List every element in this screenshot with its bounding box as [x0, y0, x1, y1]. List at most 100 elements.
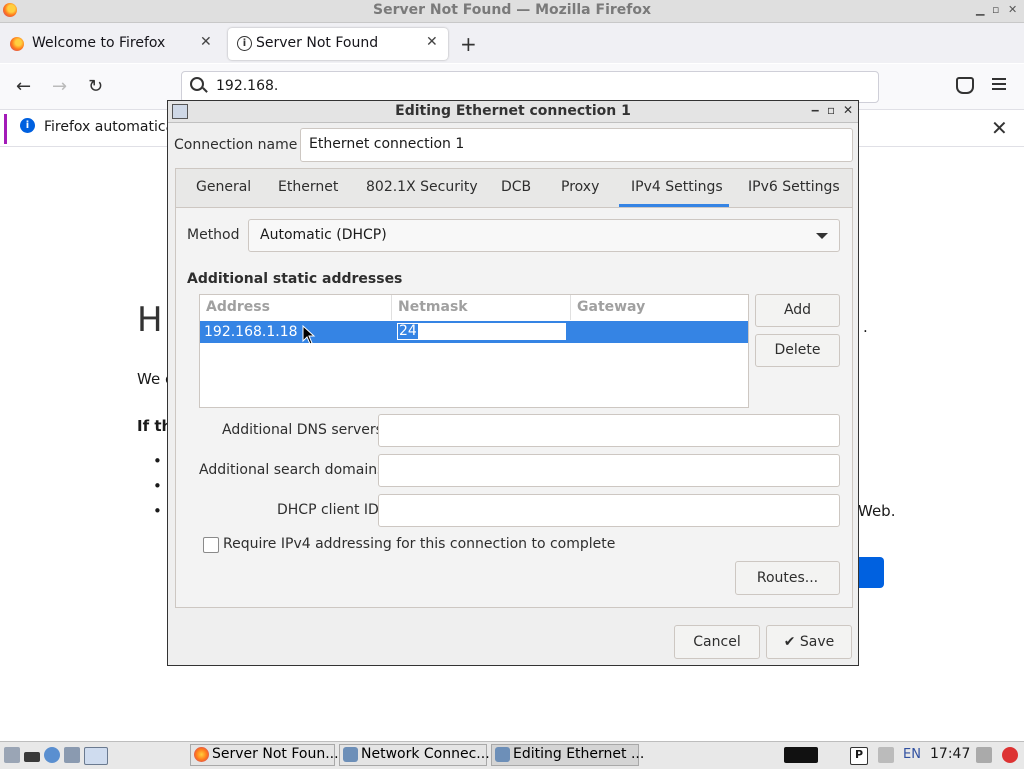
connection-name-label: Connection name: [174, 137, 298, 153]
require-ipv4-label: Require IPv4 addressing for this connect…: [223, 536, 616, 552]
notification-text: Firefox automatica: [44, 119, 175, 135]
column-header-address[interactable]: Address: [200, 295, 392, 320]
tab-welcome[interactable]: Welcome to Firefox ✕: [0, 28, 222, 60]
clock[interactable]: 17:47: [930, 746, 970, 762]
minimize-icon[interactable]: ▁: [976, 3, 984, 16]
save-label: Save: [799, 634, 835, 650]
file-manager-icon[interactable]: [64, 747, 80, 763]
edit-connection-dialog: Editing Ethernet connection 1 ‒ ▫ ✕ Conn…: [167, 100, 859, 666]
browser-icon[interactable]: [44, 747, 60, 763]
taskbar-task-firefox[interactable]: Server Not Foun...: [190, 744, 339, 766]
page-heading-tail: .: [863, 318, 868, 336]
search-domains-label: Additional search domains: [199, 462, 385, 478]
method-label: Method: [187, 227, 240, 243]
reload-icon[interactable]: ↻: [88, 76, 103, 97]
connection-name-value: Ethernet connection 1: [309, 136, 465, 152]
cpu-monitor-icon: [784, 747, 818, 763]
pocket-icon[interactable]: [956, 77, 974, 94]
dhcp-client-id-field[interactable]: [378, 494, 840, 527]
tray-tool-icon[interactable]: [878, 747, 894, 763]
tab-ethernet[interactable]: Ethernet: [278, 179, 338, 195]
dns-servers-label: Additional DNS servers: [222, 422, 383, 438]
tab-label: Welcome to Firefox: [32, 35, 166, 51]
info-icon: i: [20, 118, 35, 133]
page-heading: H: [137, 300, 163, 340]
tab-8021x-security[interactable]: 802.1X Security: [366, 179, 478, 195]
dialog-title: Editing Ethernet connection 1: [395, 103, 631, 119]
routes-button[interactable]: Routes...: [735, 561, 840, 595]
network-icon: [495, 747, 510, 762]
url-text: 192.168.: [216, 78, 279, 94]
task-label: Server Not Foun...: [212, 746, 339, 762]
cancel-button[interactable]: Cancel: [674, 625, 760, 659]
tab-label: Server Not Found: [256, 35, 379, 51]
task-label: Editing Ethernet ...: [513, 746, 645, 762]
active-tab-indicator: [619, 204, 729, 207]
hamburger-menu-icon[interactable]: [992, 78, 1006, 93]
close-tab-icon[interactable]: ✕: [426, 34, 438, 50]
task-label: Network Connec...: [361, 746, 490, 762]
search-icon: [190, 77, 204, 91]
close-icon[interactable]: ✕: [843, 103, 853, 117]
new-tab-button[interactable]: +: [460, 32, 477, 56]
list-bullet: •: [153, 502, 162, 520]
taskbar-task-editing-ethernet[interactable]: Editing Ethernet ...: [491, 744, 644, 766]
back-icon[interactable]: ←: [16, 76, 31, 97]
add-button[interactable]: Add: [755, 294, 840, 327]
require-ipv4-checkbox[interactable]: [203, 537, 219, 553]
tab-ipv6-settings[interactable]: IPv6 Settings: [748, 179, 840, 195]
method-dropdown[interactable]: Automatic (DHCP): [248, 219, 840, 252]
close-window-icon[interactable]: ✕: [1008, 3, 1017, 16]
maximize-icon[interactable]: ▫: [992, 3, 999, 16]
notification-accent: [4, 114, 7, 144]
firefox-icon: [194, 747, 209, 762]
tab-ipv4-settings[interactable]: IPv4 Settings: [631, 179, 723, 195]
mouse-cursor-icon: [302, 325, 316, 345]
power-icon[interactable]: [1002, 747, 1018, 763]
firefox-titlebar: Server Not Found — Mozilla Firefox ▁ ▫ ✕: [0, 0, 1024, 23]
forward-icon[interactable]: →: [52, 76, 67, 97]
delete-button[interactable]: Delete: [755, 334, 840, 367]
checkmark-icon: ✔: [783, 634, 796, 650]
method-value: Automatic (DHCP): [260, 227, 387, 243]
tab-proxy[interactable]: Proxy: [561, 179, 599, 195]
address-cell[interactable]: 192.168.1.18: [204, 324, 298, 340]
taskbar-task-network-connections[interactable]: Network Connec...: [339, 744, 490, 766]
chevron-down-icon: [816, 233, 828, 239]
window-title: Server Not Found — Mozilla Firefox: [372, 2, 652, 18]
column-header-netmask[interactable]: Netmask: [392, 295, 571, 320]
connection-name-field[interactable]: Ethernet connection 1: [300, 128, 853, 162]
netmask-edit-field[interactable]: 24: [396, 322, 567, 341]
search-domains-field[interactable]: [378, 454, 840, 487]
close-tab-icon[interactable]: ✕: [200, 34, 212, 50]
url-bar[interactable]: 192.168.: [181, 71, 879, 103]
static-addresses-heading: Additional static addresses: [187, 271, 403, 287]
dhcp-client-id-label: DHCP client ID: [277, 502, 379, 518]
table-row[interactable]: 192.168.1.18 24: [200, 321, 748, 343]
addresses-table: Address Netmask Gateway 192.168.1.18 24: [199, 294, 749, 408]
desktop-icon[interactable]: [84, 747, 108, 765]
maximize-icon[interactable]: ▫: [827, 103, 835, 117]
dialog-titlebar: Editing Ethernet connection 1 ‒ ▫ ✕: [168, 101, 858, 123]
p-tray-icon[interactable]: P: [850, 747, 868, 765]
start-menu-icon[interactable]: [4, 747, 20, 763]
dns-servers-field[interactable]: [378, 414, 840, 447]
list-bullet: •: [153, 452, 162, 470]
close-notification-icon[interactable]: ✕: [991, 116, 1008, 140]
network-icon: [343, 747, 358, 762]
terminal-icon[interactable]: [24, 752, 40, 762]
tab-general[interactable]: General: [196, 179, 251, 195]
tab-strip: Welcome to Firefox ✕ i Server Not Found …: [0, 23, 1024, 63]
screen-icon[interactable]: [976, 747, 992, 763]
minimize-icon[interactable]: ‒: [811, 103, 819, 117]
tab-bar: General Ethernet 802.1X Security DCB Pro…: [176, 169, 852, 208]
tab-server-not-found[interactable]: i Server Not Found ✕: [228, 28, 448, 60]
keyboard-layout[interactable]: EN: [903, 747, 921, 762]
column-header-gateway[interactable]: Gateway: [571, 295, 748, 320]
info-icon: i: [237, 36, 252, 51]
firefox-tab-icon: [10, 37, 24, 51]
save-button[interactable]: ✔ Save: [766, 625, 852, 659]
list-bullet: •: [153, 477, 162, 495]
page-bullet-tail: Web.: [858, 502, 896, 520]
tab-dcb[interactable]: DCB: [501, 179, 531, 195]
